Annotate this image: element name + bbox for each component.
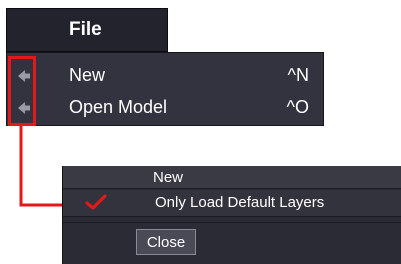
new-dialog: New Only Load Default Layers Close (62, 166, 401, 264)
option-label: Only Load Default Layers (155, 194, 325, 211)
checkmark-icon[interactable] (85, 192, 107, 212)
dialog-title-bar: New (63, 166, 401, 189)
close-button[interactable]: Close (136, 229, 196, 255)
option-row-default-layers[interactable]: Only Load Default Layers (63, 190, 401, 217)
dialog-title: New (153, 169, 184, 186)
dialog-divider (63, 222, 401, 223)
